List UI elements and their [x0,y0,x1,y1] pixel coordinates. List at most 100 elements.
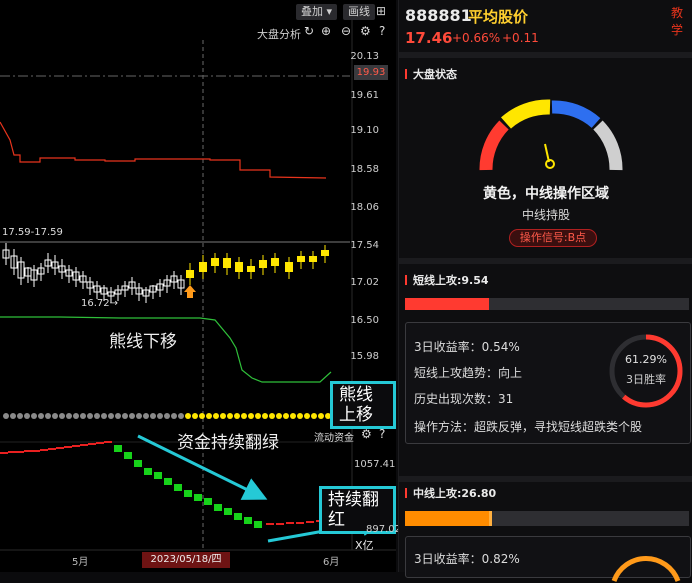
signal-dot [269,413,275,419]
change-amount: +0.11 [502,31,539,45]
signal-dot [276,413,282,419]
market-analysis-label[interactable]: 大盘分析 [257,26,301,42]
flow-bar [88,443,96,445]
flow-bar [64,446,72,448]
signal-dot [318,413,324,419]
stock-info-panel: 888881 平均股价 教学 17.46 +0.66% +0.11 大盘状态 黄… [398,0,692,582]
signal-dot [164,413,170,419]
flow-bar [114,445,122,452]
signal-badge[interactable]: 操作信号:B点 [509,229,597,247]
signal-dot [283,413,289,419]
price-axis-tick: 18.06 [350,202,379,213]
flow-bar [96,442,104,444]
kline-chart[interactable]: 叠加 ▾ 画线 ⊞ 大盘分析 ↻ ⊕ ⊖ ⚙ ? 19.93 20.13 19.6… [0,0,401,572]
mid-return-row: 3日收益率：0.82% [414,552,520,566]
signal-dot [178,413,184,419]
teach-link[interactable]: 教学 [671,4,692,38]
signal-dot [108,413,114,419]
candle-body [186,270,194,278]
price-axis-tick: 20.13 [350,51,379,62]
flow-bar [214,504,222,511]
flow-bar [48,448,56,450]
short-winrate-label: 3日胜率 [626,373,666,386]
divider [399,52,692,58]
short-attack-title: 短线上攻:9.54 [405,272,489,288]
flow-help-icon[interactable]: ? [379,427,385,441]
flow-bar [164,478,172,485]
candle-body [321,250,329,256]
draw-line-button[interactable]: 画线 [343,4,375,20]
short-attack-progress-fill [405,298,490,310]
zoom-in-icon[interactable]: ⊕ [321,24,331,38]
price-axis-tick: 17.02 [350,277,379,288]
signal-dot [290,413,296,419]
market-gauge [479,99,623,171]
signal-dot [199,413,205,419]
flow-bar [72,445,80,447]
flow-bar [0,452,8,454]
flow-bar [40,449,48,451]
signal-dot [304,413,310,419]
gauge-sub-text: 中线持股 [521,208,570,222]
signal-dot [101,413,107,419]
price-axis-tick: 16.50 [350,315,379,326]
short-method-row: 操作方法：超跌反弹，寻找短线超跌类个股 [414,420,643,434]
range-label: 17.59-17.59 [2,227,63,238]
price-axis-tick: 15.98 [350,351,379,362]
mid-attack-progress [405,511,689,526]
signal-dot [31,413,37,419]
signal-dot [234,413,240,419]
overlay-button[interactable]: 叠加 ▾ [296,4,338,20]
signal-dot [150,413,156,419]
flow-bar [154,472,162,479]
mid-attack-progress-fill [405,511,493,526]
flow-bar [204,498,212,505]
stock-price: 17.46 [405,29,453,47]
candle-body [223,258,231,268]
flow-capital-label: 流动资金 [314,433,354,444]
flow-bar [244,517,252,524]
flow-axis-top: 1057.41 [354,459,396,470]
x-label-june: 6月 [323,557,340,568]
price-axis-tick: 18.58 [350,164,379,175]
signal-dot [171,413,177,419]
short-count-row: 历史出现次数：31 [414,392,514,406]
price-step-line [0,121,327,179]
candle-body [271,258,279,266]
signal-dot [17,413,23,419]
refresh-icon[interactable]: ↻ [304,24,314,38]
low-price-marker: 16.72→ [81,298,119,309]
flow-bar [194,494,202,501]
candle-body [285,262,293,272]
flow-gear-icon[interactable]: ⚙ [361,427,372,441]
price-axis-tick: 17.54 [350,240,379,251]
flow-bar [104,441,112,443]
signal-dot [66,413,72,419]
signal-dot [38,413,44,419]
grid-icon[interactable]: ⊞ [376,5,388,17]
signal-dot [45,413,51,419]
zoom-out-icon[interactable]: ⊖ [341,24,351,38]
stock-code: 888881 [405,6,472,25]
signal-dot [262,413,268,419]
signal-dot [115,413,121,419]
help-icon[interactable]: ? [379,24,385,38]
selected-date-label: 2023/05/18/四 [142,552,230,568]
bear-line-down-annotation: 熊线下移 [109,332,177,352]
signal-dot [241,413,247,419]
signal-dot [80,413,86,419]
flow-bar [174,484,182,491]
signal-dot [157,413,163,419]
flow-bar [144,468,152,475]
signal-dot [129,413,135,419]
flow-bar [254,521,262,528]
signal-dot [192,413,198,419]
signal-dot [185,413,191,419]
bear-line-up-annotation: 熊线上移 [330,381,396,429]
candle-body [235,262,243,272]
change-percent: +0.66% [452,31,501,45]
gear-icon[interactable]: ⚙ [360,24,371,38]
flow-bar [184,490,192,497]
buy-signal-arrow [184,285,196,298]
signal-dot [87,413,93,419]
